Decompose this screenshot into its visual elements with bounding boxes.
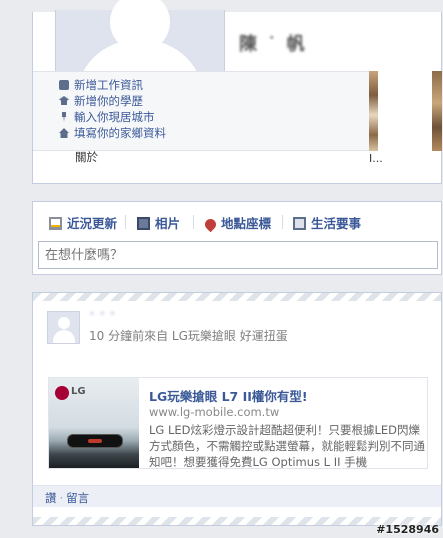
attachment-description: LG LED炫彩燈示設計超酷超便利！只要根據LED閃爍方式顏色，不需觸控或點選螢… bbox=[149, 423, 425, 468]
add-work-label: 新增工作資訊 bbox=[74, 78, 143, 92]
add-work-link[interactable]: 新增工作資訊 bbox=[59, 77, 143, 93]
add-education-label: 新增你的學歷 bbox=[74, 94, 143, 108]
avatar[interactable] bbox=[47, 311, 80, 344]
tab-photos[interactable]: 相片 bbox=[137, 213, 180, 232]
link-attachment[interactable]: LG LG玩樂搶眼 L7 II權你有型! www.lg-mobile.com.t… bbox=[48, 377, 428, 469]
attachment-title[interactable]: LG玩樂搶眼 L7 II權你有型! bbox=[149, 386, 308, 405]
recent-photo-thumbnail-2[interactable] bbox=[432, 71, 442, 151]
story-top-border bbox=[33, 293, 441, 301]
tab-life-event[interactable]: 生活要事 bbox=[293, 213, 361, 232]
tab-place[interactable]: 地點座標 bbox=[202, 213, 272, 233]
story-meta: 10 分鐘前來自 LG玩樂搶眼 好運扭蛋 bbox=[89, 327, 288, 344]
add-current-city-link[interactable]: 輸入你現居城市 bbox=[59, 109, 155, 125]
home-icon bbox=[59, 128, 69, 138]
feed-story: ˙ ˙ ˙ 10 分鐘前來自 LG玩樂搶眼 好運扭蛋 LG LG玩樂搶眼 L7 … bbox=[32, 292, 442, 526]
add-hometown-label: 填寫你的家鄉資料 bbox=[74, 126, 166, 140]
action-separator: · bbox=[59, 491, 64, 505]
profile-info-box: 新增工作資訊 新增你的學歷 輸入你現居城市 填寫你的家鄉資料 bbox=[33, 71, 369, 151]
tab-place-label: 地點座標 bbox=[221, 216, 272, 231]
photos-caption[interactable]: I... bbox=[369, 152, 383, 165]
briefcase-icon bbox=[59, 80, 69, 90]
profile-card: 陳 ˙ 帆 新增工作資訊 新增你的學歷 輸入你現居城市 填寫你的家鄉資料 關於 … bbox=[32, 0, 442, 184]
tab-photos-label: 相片 bbox=[155, 216, 181, 231]
life-event-icon bbox=[293, 217, 306, 230]
story-app-link[interactable]: LG玩樂搶眼 bbox=[172, 329, 236, 343]
photo-icon bbox=[137, 217, 150, 230]
about-link[interactable]: 關於 bbox=[75, 149, 98, 165]
tab-status-update-label: 近況更新 bbox=[67, 216, 118, 231]
phone-image bbox=[67, 434, 123, 448]
tab-life-event-label: 生活要事 bbox=[311, 216, 362, 231]
story-author[interactable]: ˙ ˙ ˙ bbox=[89, 311, 115, 325]
place-pin-icon bbox=[202, 216, 219, 233]
image-watermark: #1528946 bbox=[376, 523, 439, 536]
add-education-link[interactable]: 新增你的學歷 bbox=[59, 93, 143, 109]
lg-logo-icon bbox=[55, 386, 69, 400]
story-timestamp[interactable]: 10 分鐘前來自 bbox=[89, 329, 172, 343]
like-link[interactable]: 讚 bbox=[45, 491, 57, 505]
attachment-thumbnail[interactable]: LG bbox=[49, 378, 139, 468]
profile-picture[interactable] bbox=[55, 0, 225, 100]
tab-status-update[interactable]: 近況更新 bbox=[49, 213, 117, 232]
status-icon bbox=[49, 217, 62, 230]
add-current-city-label: 輸入你現居城市 bbox=[74, 110, 155, 124]
tab-divider bbox=[125, 215, 126, 229]
tab-divider bbox=[193, 215, 194, 229]
lg-brand-text: LG bbox=[71, 386, 86, 397]
story-action-text: 好運扭蛋 bbox=[235, 329, 288, 343]
recent-photo-thumbnail[interactable] bbox=[369, 71, 378, 151]
tab-divider bbox=[282, 215, 283, 229]
status-composer: 近況更新 相片 地點座標 生活要事 bbox=[32, 201, 442, 275]
profile-name[interactable]: 陳 ˙ 帆 bbox=[239, 30, 307, 56]
location-pin-icon bbox=[62, 112, 66, 122]
comment-link[interactable]: 留言 bbox=[66, 491, 89, 505]
status-input[interactable] bbox=[38, 241, 438, 269]
add-hometown-link[interactable]: 填寫你的家鄉資料 bbox=[59, 125, 166, 141]
story-actions-bar: 讚 · 留言 bbox=[33, 485, 441, 507]
graduation-cap-icon bbox=[59, 96, 69, 105]
attachment-url: www.lg-mobile.com.tw bbox=[149, 405, 280, 419]
